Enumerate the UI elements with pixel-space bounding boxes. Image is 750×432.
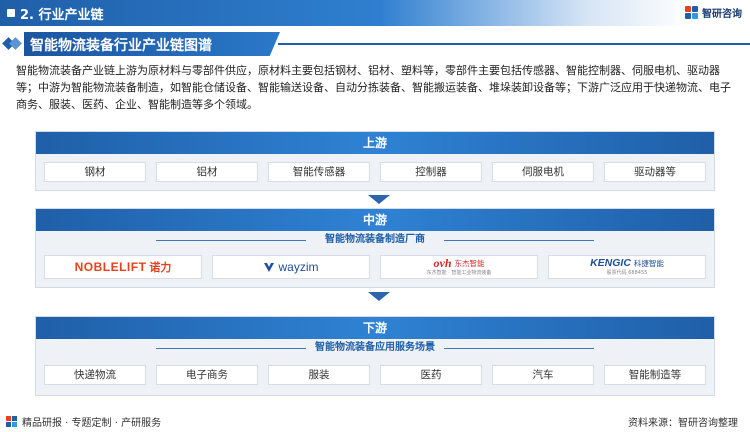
midstream-header: 中游 (36, 209, 714, 231)
footer: 精品研报 · 专题定制 · 产研服务 资料来源：智研咨询整理 (0, 412, 750, 432)
diamond-icon (2, 37, 22, 51)
downstream-item: 汽车 (492, 365, 594, 385)
dongjie-tagline: 东杰智能 · 智能工业物流装备 (426, 270, 492, 276)
data-source: 资料来源：智研咨询整理 (628, 418, 738, 429)
divider-line (156, 348, 306, 349)
upstream-item: 智能传感器 (268, 162, 370, 182)
kengic-top: KENGIC 科捷智能 (590, 257, 664, 270)
footer-services: 精品研报 · 专题定制 · 产研服务 (22, 418, 162, 429)
upstream-item: 控制器 (380, 162, 482, 182)
dongjie-mark: ovh (433, 256, 452, 270)
company-logo-dongjie: ovh 东杰智能 东杰智能 · 智能工业物流装备 (380, 255, 538, 279)
downstream-item: 快递物流 (44, 365, 146, 385)
upstream-item: 驱动器等 (604, 162, 706, 182)
intro-paragraph: 智能物流装备产业链上游为原材料与零部件供应，原材料主要包括钢材、铝材、塑料等，零… (16, 64, 731, 111)
company-logo-wayzim: wayzim (212, 255, 370, 279)
downstream-panel: 下游 智能物流装备应用服务场景 快递物流 电子商务 服装 医药 汽车 智能制造等 (35, 316, 715, 396)
company-logos: NOBLELIFT 诺力 wayzim ovh 东杰智能 东杰智能 · 智能工业… (36, 255, 714, 279)
midstream-panel: 中游 智能物流装备制造厂商 NOBLELIFT 诺力 wayzim ovh 东杰… (35, 208, 715, 288)
arrow-down-icon (368, 195, 390, 204)
kengic-cn: 科捷智能 (633, 259, 664, 268)
downstream-item: 医药 (380, 365, 482, 385)
divider-line (156, 240, 306, 241)
title-bar: 智能物流装备行业产业链图谱 (0, 30, 750, 58)
section-title: 2. 行业产业链 (20, 8, 104, 23)
downstream-item: 智能制造等 (604, 365, 706, 385)
downstream-subtitle: 智能物流装备应用服务场景 (36, 339, 714, 357)
kengic-wordmark: KENGIC (590, 257, 631, 269)
wayzim-wordmark: wayzim (278, 260, 319, 274)
divider-line (444, 348, 594, 349)
page-title: 智能物流装备行业产业链图谱 (30, 38, 212, 54)
upstream-item: 铝材 (156, 162, 258, 182)
midstream-subtitle: 智能物流装备制造厂商 (36, 231, 714, 249)
bullet-square-icon (7, 9, 15, 17)
upstream-panel: 上游 钢材 铝材 智能传感器 控制器 伺服电机 驱动器等 (35, 131, 715, 191)
divider-line (444, 240, 594, 241)
arrow-down-icon (368, 292, 390, 301)
upstream-header: 上游 (36, 132, 714, 154)
brand-logo: 智研咨询 (685, 5, 742, 20)
brand-mark-icon (6, 415, 17, 427)
dongjie-cn: 东杰智能 (454, 259, 485, 268)
downstream-items: 快递物流 电子商务 服装 医药 汽车 智能制造等 (36, 365, 714, 385)
kengic-tagline: 股票代码 688455 (606, 270, 648, 276)
midstream-subtitle-text: 智能物流装备制造厂商 (325, 234, 425, 245)
upstream-item: 伺服电机 (492, 162, 594, 182)
downstream-header: 下游 (36, 317, 714, 339)
noblelift-cn: 诺力 (149, 261, 172, 274)
dongjie-top: ovh 东杰智能 (434, 257, 485, 270)
company-logo-noblelift: NOBLELIFT 诺力 (44, 255, 202, 279)
brand-name: 智研咨询 (702, 9, 742, 20)
upstream-items: 钢材 铝材 智能传感器 控制器 伺服电机 驱动器等 (36, 162, 714, 182)
downstream-subtitle-text: 智能物流装备应用服务场景 (315, 342, 435, 353)
downstream-item: 电子商务 (156, 365, 258, 385)
upstream-item: 钢材 (44, 162, 146, 182)
brand-mark-icon (685, 5, 699, 20)
wayzim-mark-icon (264, 263, 275, 272)
title-underline (278, 43, 750, 45)
downstream-item: 服装 (268, 365, 370, 385)
top-bar: 2. 行业产业链 智研咨询 (0, 0, 750, 26)
company-logo-kengic: KENGIC 科捷智能 股票代码 688455 (548, 255, 706, 279)
footer-left: 精品研报 · 专题定制 · 产研服务 (6, 414, 161, 429)
noblelift-wordmark: NOBLELIFT (74, 260, 147, 274)
